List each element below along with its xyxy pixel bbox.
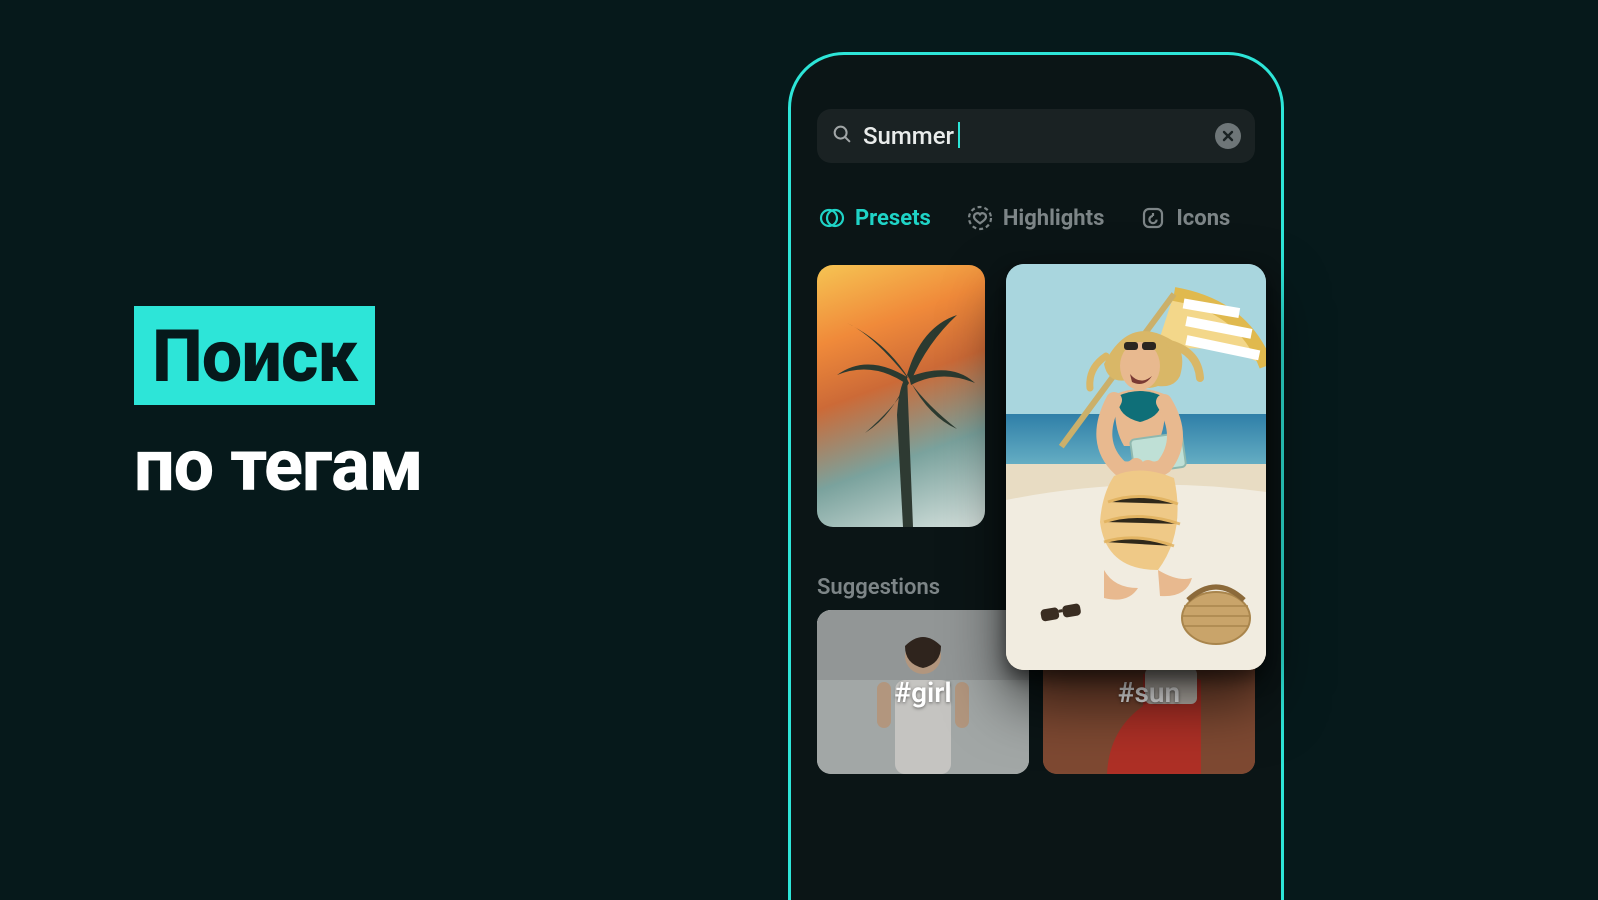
highlights-icon [967,205,993,231]
promo-canvas: Поиск по тегам Summer [0,0,1598,900]
search-input[interactable]: Summer [863,122,1215,150]
text-caret [958,122,960,148]
search-icon [831,123,853,149]
presets-icon [819,205,845,231]
tab-presets[interactable]: Presets [819,205,931,231]
tab-icons[interactable]: Icons [1140,205,1230,231]
tab-highlights[interactable]: Highlights [967,205,1105,231]
beach-illustration [1006,264,1266,670]
headline-line1: Поиск [152,314,357,399]
tab-label: Highlights [1003,206,1105,231]
tab-label: Icons [1176,206,1230,231]
search-value: Summer [863,122,954,150]
palm-illustration [817,265,985,527]
headline-highlight: Поиск [134,306,375,405]
category-tabs: Presets Highlights [817,205,1255,231]
headline-line2: по тегам [134,423,423,508]
preset-card-palm[interactable] [817,265,985,527]
tab-label: Presets [855,206,931,231]
headline: Поиск по тегам [134,306,423,508]
suggestion-tag: #girl [894,676,951,709]
search-bar[interactable]: Summer [817,109,1255,163]
suggestion-tag: #sun [1118,676,1180,709]
clear-search-button[interactable] [1215,123,1241,149]
floating-preview-card[interactable] [1006,264,1266,670]
suggestion-girl[interactable]: #girl [817,610,1029,774]
icons-icon [1140,205,1166,231]
